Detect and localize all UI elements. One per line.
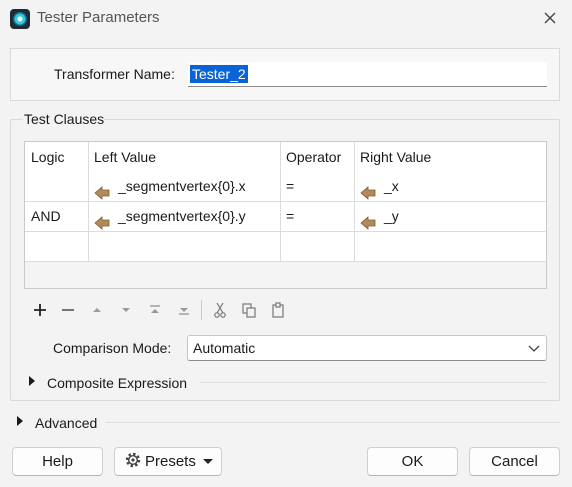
row2-logic[interactable]: AND xyxy=(25,201,88,231)
move-up-icon[interactable] xyxy=(87,300,107,320)
row1-logic[interactable] xyxy=(25,171,88,201)
row3-right-value[interactable] xyxy=(354,231,546,261)
toolbar-separator xyxy=(201,300,202,320)
paste-icon[interactable] xyxy=(268,300,288,320)
column-header-right-value[interactable]: Right Value xyxy=(354,142,546,171)
comparison-mode-label: Comparison Mode: xyxy=(53,340,172,356)
attribute-arrow-icon xyxy=(94,210,110,231)
attribute-arrow-icon xyxy=(360,210,376,231)
row2-left-text: _segmentvertex{0}.y xyxy=(118,208,246,224)
add-icon[interactable] xyxy=(30,300,50,320)
attribute-arrow-icon xyxy=(94,180,110,201)
row3-operator[interactable] xyxy=(280,231,354,261)
close-icon[interactable] xyxy=(540,8,560,28)
copy-icon[interactable] xyxy=(239,300,259,320)
transformer-name-input[interactable]: Tester_2 xyxy=(188,62,547,87)
move-down-icon[interactable] xyxy=(116,300,136,320)
advanced-label[interactable]: Advanced xyxy=(35,415,97,431)
attribute-arrow-icon xyxy=(360,180,376,201)
row1-left-text: _segmentvertex{0}.x xyxy=(118,178,246,194)
app-icon xyxy=(10,9,30,29)
row1-left-value[interactable]: _segmentvertex{0}.x xyxy=(88,171,280,201)
transformer-name-value: Tester_2 xyxy=(190,65,248,83)
presets-button[interactable]: Presets xyxy=(114,447,222,476)
comparison-mode-select[interactable]: Automatic xyxy=(187,335,547,361)
column-header-operator[interactable]: Operator xyxy=(280,142,354,171)
cut-icon[interactable] xyxy=(210,300,230,320)
cancel-button[interactable]: Cancel xyxy=(469,447,560,476)
grid-line xyxy=(25,201,546,202)
remove-icon[interactable] xyxy=(58,300,78,320)
grid-line xyxy=(25,261,546,262)
presets-label: Presets xyxy=(145,453,196,470)
grid-line xyxy=(25,231,546,232)
gear-icon xyxy=(123,450,143,479)
window-title: Tester Parameters xyxy=(37,9,160,26)
expand-triangle-icon[interactable] xyxy=(17,416,23,426)
row2-left-value[interactable]: _segmentvertex{0}.y xyxy=(88,201,280,231)
comparison-mode-value: Automatic xyxy=(193,340,256,356)
section-divider xyxy=(106,422,560,423)
row2-right-text: _y xyxy=(384,208,399,224)
row1-right-text: _x xyxy=(384,178,399,194)
ok-button[interactable]: OK xyxy=(367,447,458,476)
chevron-down-icon xyxy=(528,339,540,355)
column-header-logic[interactable]: Logic xyxy=(25,142,88,171)
row3-left-value[interactable] xyxy=(88,231,280,261)
transformer-name-label: Transformer Name: xyxy=(54,66,175,82)
column-header-left-value[interactable]: Left Value xyxy=(88,142,280,171)
move-bottom-icon[interactable] xyxy=(174,300,194,320)
row1-operator[interactable]: = xyxy=(280,171,354,201)
row2-operator[interactable]: = xyxy=(280,201,354,231)
section-divider xyxy=(200,382,547,383)
row2-right-value[interactable]: _y xyxy=(354,201,546,231)
dropdown-arrow-icon xyxy=(202,448,214,484)
expand-triangle-icon[interactable] xyxy=(29,376,35,386)
composite-expression-label[interactable]: Composite Expression xyxy=(47,375,187,391)
move-top-icon[interactable] xyxy=(145,300,165,320)
test-clauses-title: Test Clauses xyxy=(23,111,105,127)
row3-logic[interactable] xyxy=(25,231,88,261)
help-button[interactable]: Help xyxy=(12,447,103,476)
row1-right-value[interactable]: _x xyxy=(354,171,546,201)
